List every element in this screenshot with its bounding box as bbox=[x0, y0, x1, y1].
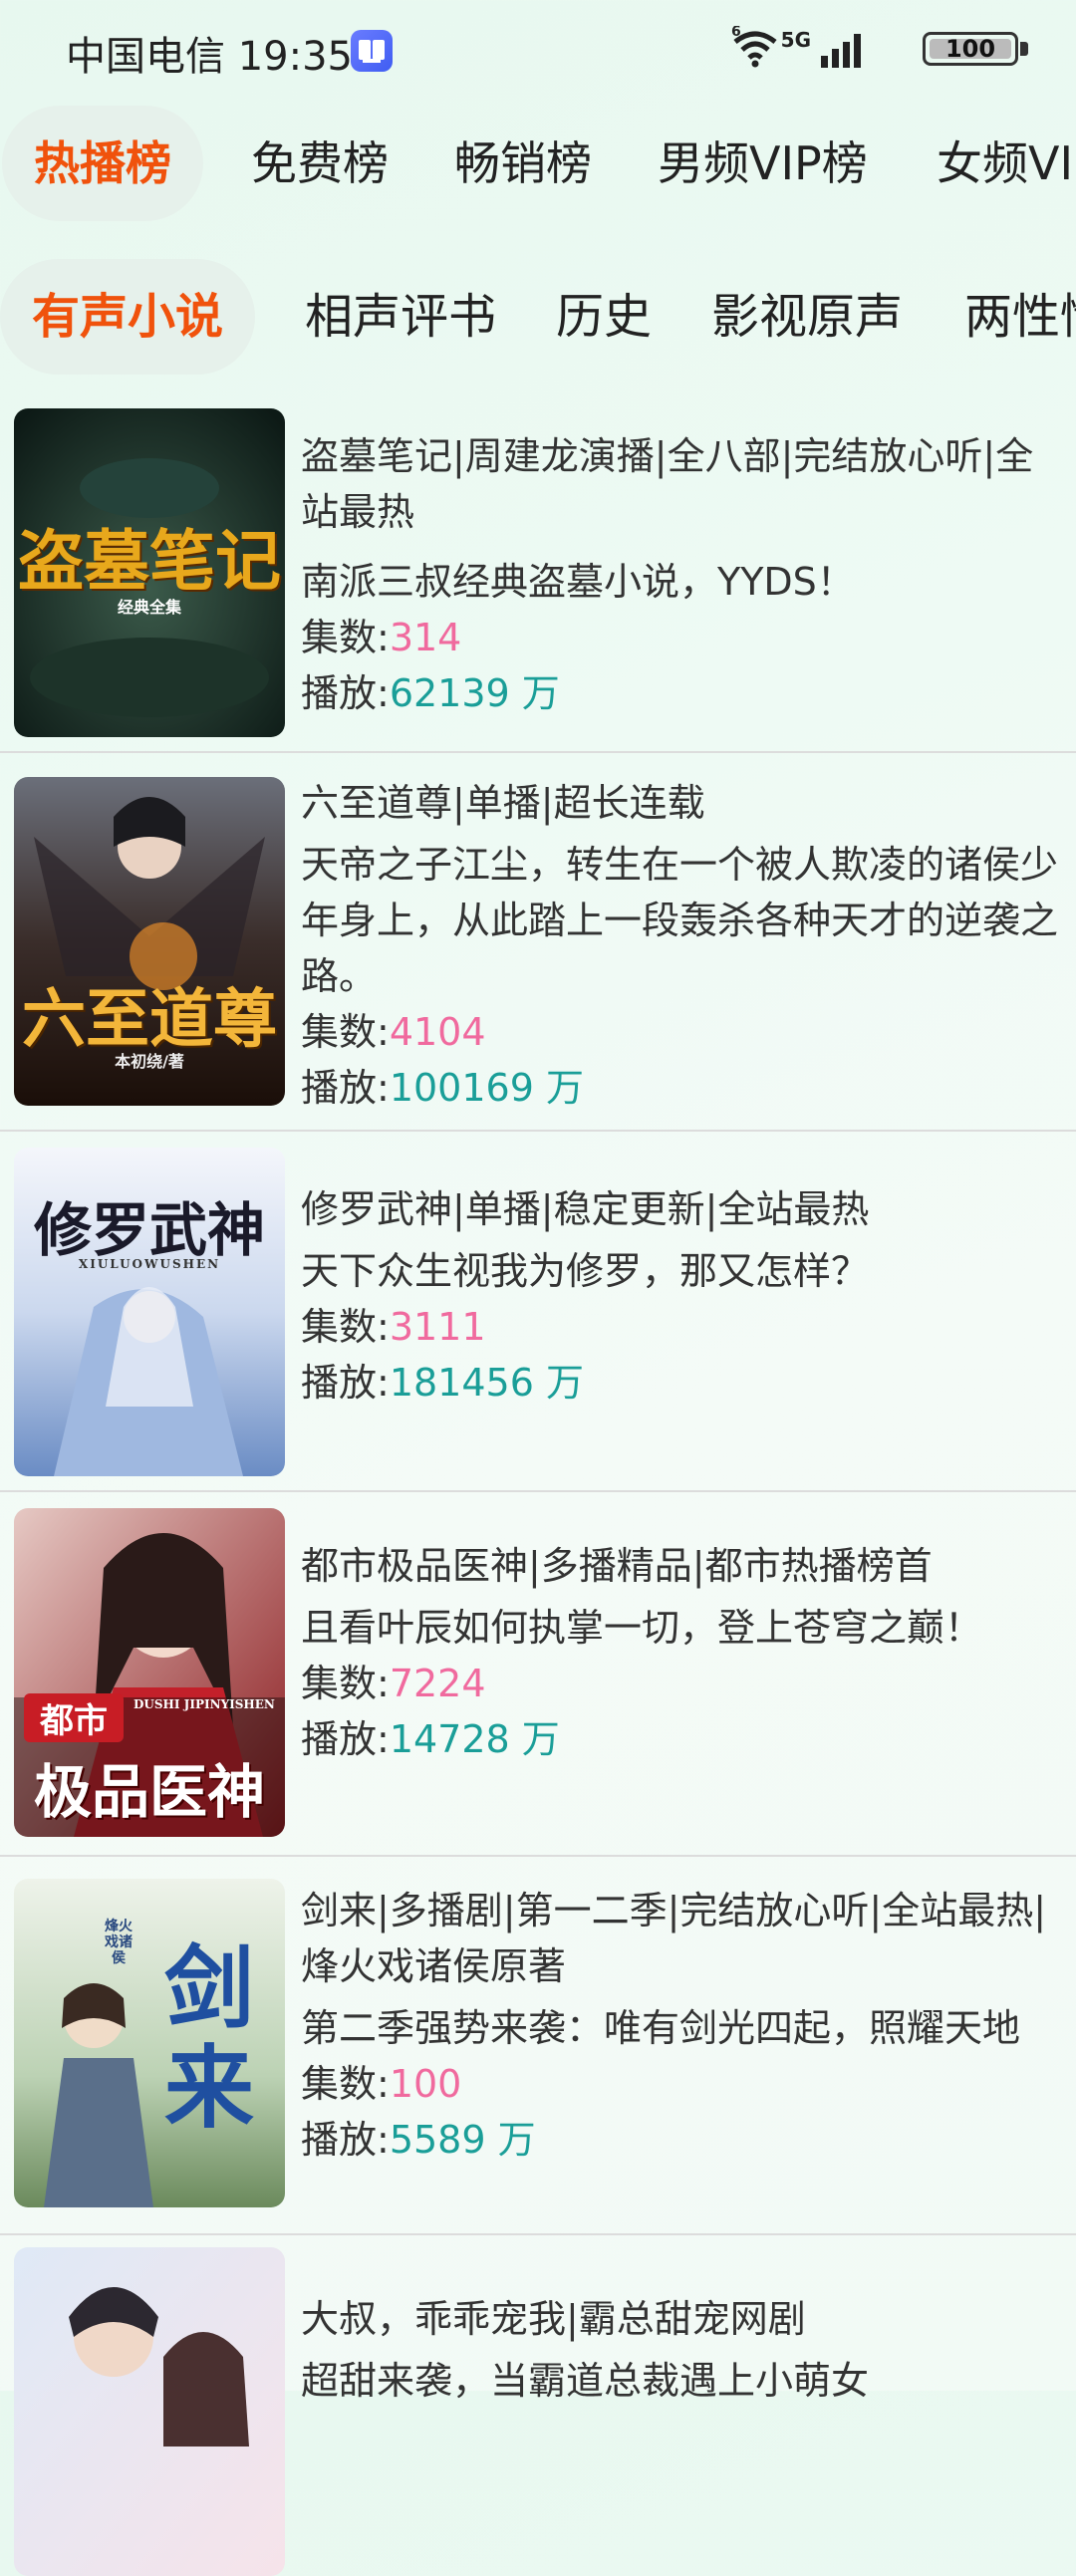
cover-subtitle: DUSHI JIPINYISHEN bbox=[134, 1697, 275, 1711]
book-info: 大叔，乖乖宠我|霸总甜宠网剧 超甜来袭，当霸道总裁遇上小萌女 bbox=[301, 2291, 1068, 2409]
book-description: 第二季强势来袭：唯有剑光四起，照耀天地 bbox=[301, 2006, 1021, 2050]
book-cover[interactable] bbox=[14, 2247, 285, 2576]
play-count-row: 播放:5589 万 bbox=[301, 2118, 536, 2162]
cover-title: 剑来 bbox=[164, 1935, 254, 2141]
book-title: 都市极品医神|多播精品|都市热播榜首 bbox=[301, 1544, 933, 1588]
svg-text:6: 6 bbox=[731, 26, 741, 40]
book-cover[interactable]: 都市 DUSHI JIPINYISHEN 极品医神 bbox=[14, 1508, 285, 1837]
episode-count-row: 集数:4104 bbox=[301, 1010, 486, 1054]
book-title: 修罗武神|单播|稳定更新|全站最热 bbox=[301, 1187, 870, 1231]
book-description: 天帝之子江尘，转生在一个被人欺凌的诸侯少年身上，从此踏上一段轰杀各种天才的逆袭之… bbox=[301, 843, 1059, 998]
episode-count: 4104 bbox=[389, 1010, 486, 1054]
episode-count-row: 集数:7224 bbox=[301, 1662, 486, 1705]
play-count-row: 播放:14728 万 bbox=[301, 1717, 560, 1761]
cover-title: 修罗武神 bbox=[33, 1196, 265, 1264]
list-item[interactable]: 盗墓笔记 经典全集 盗墓笔记|周建龙演播|全八部|完结放心听|全站最热 南派三叔… bbox=[0, 398, 1076, 753]
book-info: 盗墓笔记|周建龙演播|全八部|完结放心听|全站最热 南派三叔经典盗墓小说，YYD… bbox=[301, 428, 1068, 721]
play-count: 62139 bbox=[389, 671, 510, 715]
book-title: 大叔，乖乖宠我|霸总甜宠网剧 bbox=[301, 2297, 806, 2341]
list-item[interactable]: 大叔，乖乖宠我|霸总甜宠网剧 超甜来袭，当霸道总裁遇上小萌女 bbox=[0, 2235, 1076, 2576]
battery-icon: 100 bbox=[923, 32, 1032, 68]
play-count: 100169 bbox=[389, 1066, 534, 1110]
play-count-row: 播放:62139 万 bbox=[301, 671, 560, 715]
episode-count-row: 集数:100 bbox=[301, 2062, 462, 2106]
status-bar: 中国电信 19:35 6 5G 100 bbox=[0, 0, 1076, 100]
tab-audio-novel[interactable]: 有声小说 bbox=[0, 257, 256, 377]
ranking-tabs: 热播榜 免费榜 畅销榜 男频VIP榜 女频VIP榜 bbox=[0, 104, 1076, 223]
network-type: 5G bbox=[780, 28, 811, 52]
episode-count: 7224 bbox=[389, 1662, 486, 1705]
tab-female-vip[interactable]: 女频VIP榜 bbox=[937, 104, 1076, 223]
tab-history[interactable]: 历史 bbox=[556, 257, 652, 377]
cover-subtitle: 烽火戏诸侯 bbox=[105, 1919, 133, 1966]
category-tabs: 有声小说 相声评书 历史 影视原声 两性情感 bbox=[0, 257, 1076, 377]
play-count: 5589 bbox=[389, 2118, 486, 2162]
episode-count: 314 bbox=[389, 616, 462, 659]
tab-bestseller[interactable]: 畅销榜 bbox=[454, 104, 592, 223]
list-item[interactable]: 六至道尊 本初绕/著 六至道尊|单播|超长连载 天帝之子江尘，转生在一个被人欺凌… bbox=[0, 753, 1076, 1132]
play-count-row: 播放:181456 万 bbox=[301, 1361, 584, 1405]
book-title: 剑来|多播剧|第一二季|完结放心听|全站最热|烽火戏诸侯原著 bbox=[301, 1889, 1047, 1988]
cover-art bbox=[14, 2247, 285, 2576]
tab-film-soundtrack[interactable]: 影视原声 bbox=[711, 257, 903, 377]
book-description: 超甜来袭，当霸道总裁遇上小萌女 bbox=[301, 2359, 870, 2403]
book-description: 南派三叔经典盗墓小说，YYDS！ bbox=[301, 560, 855, 604]
app-notification-icon bbox=[351, 30, 393, 72]
book-cover[interactable]: 剑来 烽火戏诸侯 bbox=[14, 1879, 285, 2207]
tab-free[interactable]: 免费榜 bbox=[251, 104, 389, 223]
book-info: 六至道尊|单播|超长连载 天帝之子江尘，转生在一个被人欺凌的诸侯少年身上，从此踏… bbox=[301, 775, 1068, 1116]
list-item[interactable]: 修罗武神 XIULUOWUSHEN 修罗武神|单播|稳定更新|全站最热 天下众生… bbox=[0, 1132, 1076, 1492]
list-item[interactable]: 剑来 烽火戏诸侯 剑来|多播剧|第一二季|完结放心听|全站最热|烽火戏诸侯原著 … bbox=[0, 1857, 1076, 2235]
list-item[interactable]: 都市 DUSHI JIPINYISHEN 极品医神 都市极品医神|多播精品|都市… bbox=[0, 1492, 1076, 1857]
episode-count: 3111 bbox=[389, 1305, 486, 1349]
play-count: 181456 bbox=[389, 1361, 534, 1405]
play-count: 14728 bbox=[389, 1717, 510, 1761]
book-info: 修罗武神|单播|稳定更新|全站最热 天下众生视我为修罗，那又怎样？ 集数:311… bbox=[301, 1181, 1068, 1411]
tab-male-vip[interactable]: 男频VIP榜 bbox=[658, 104, 868, 223]
tab-crosstalk[interactable]: 相声评书 bbox=[305, 257, 496, 377]
cover-tag: 都市 bbox=[24, 1693, 124, 1742]
cover-title: 极品医神 bbox=[33, 1758, 265, 1826]
book-info: 都市极品医神|多播精品|都市热播榜首 且看叶辰如何执掌一切，登上苍穹之巅！ 集数… bbox=[301, 1538, 1068, 1767]
signal-icon bbox=[821, 34, 861, 68]
cover-title: 六至道尊 bbox=[22, 982, 277, 1057]
cover-subtitle: XIULUOWUSHEN bbox=[78, 1257, 221, 1271]
wifi-icon: 6 bbox=[731, 26, 777, 68]
carrier-time: 中国电信 19:35 bbox=[66, 34, 353, 80]
book-cover[interactable]: 修罗武神 XIULUOWUSHEN bbox=[14, 1148, 285, 1476]
book-info: 剑来|多播剧|第一二季|完结放心听|全站最热|烽火戏诸侯原著 第二季强势来袭：唯… bbox=[301, 1883, 1068, 2168]
book-title: 盗墓笔记|周建龙演播|全八部|完结放心听|全站最热 bbox=[301, 434, 1034, 534]
cover-title: 盗墓笔记 bbox=[18, 522, 281, 600]
book-cover[interactable]: 六至道尊 本初绕/著 bbox=[14, 777, 285, 1106]
cover-subtitle: 本初绕/著 bbox=[115, 1052, 184, 1071]
book-description: 且看叶辰如何执掌一切，登上苍穹之巅！ bbox=[301, 1606, 983, 1650]
episode-count-row: 集数:3111 bbox=[301, 1305, 486, 1349]
status-icons: 6 5G 100 bbox=[731, 26, 1032, 76]
play-count-row: 播放:100169 万 bbox=[301, 1066, 584, 1110]
battery-level: 100 bbox=[944, 35, 996, 63]
book-cover[interactable]: 盗墓笔记 经典全集 bbox=[14, 408, 285, 737]
tab-hot[interactable]: 热播榜 bbox=[2, 104, 203, 223]
tab-relationships[interactable]: 两性情感 bbox=[964, 257, 1076, 377]
cover-subtitle: 经典全集 bbox=[117, 598, 181, 617]
episode-count-row: 集数:314 bbox=[301, 616, 462, 659]
episode-count: 100 bbox=[389, 2062, 462, 2106]
book-title: 六至道尊|单播|超长连载 bbox=[301, 781, 705, 825]
book-description: 天下众生视我为修罗，那又怎样？ bbox=[301, 1249, 870, 1293]
